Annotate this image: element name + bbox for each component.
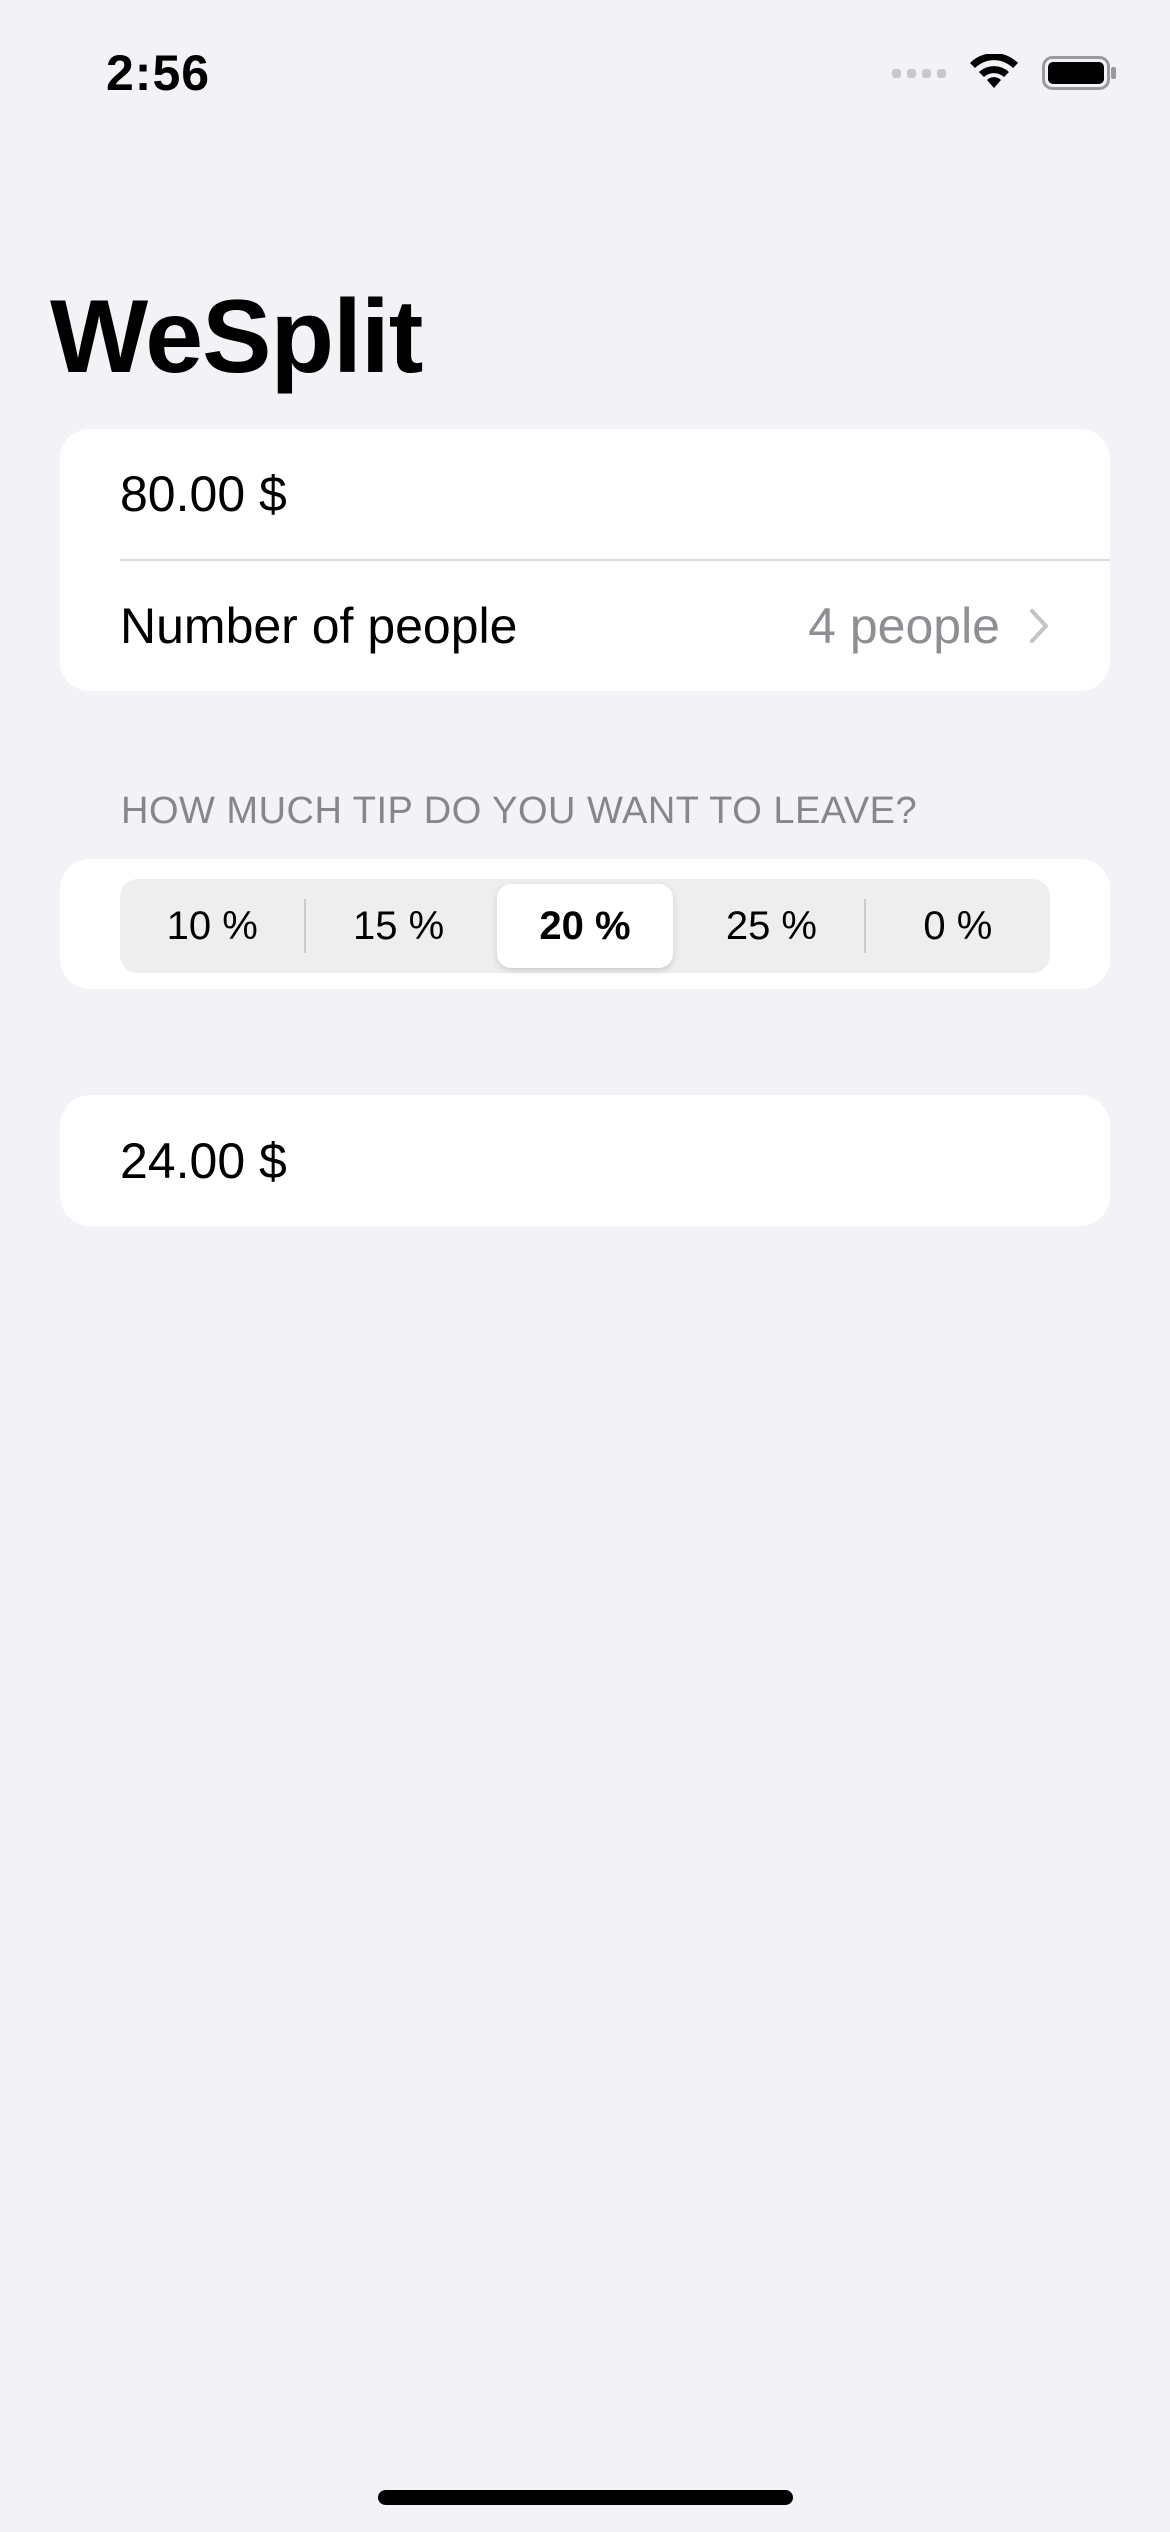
input-card: 80.00 $ Number of people 4 people: [60, 429, 1110, 691]
tip-option-0[interactable]: 0 %: [870, 884, 1046, 968]
people-value-container: 4 people: [808, 597, 1050, 655]
tip-percentage-picker: 10 % 15 % 20 % 25 % 0 %: [120, 879, 1050, 973]
tip-section-header: HOW MUCH TIP DO YOU WANT TO LEAVE?: [121, 790, 918, 832]
people-value: 4 people: [808, 597, 1000, 654]
amount-per-person: 24.00 $: [120, 1132, 287, 1189]
page-title: WeSplit: [50, 279, 423, 395]
number-of-people-picker[interactable]: Number of people 4 people: [120, 560, 1110, 691]
segment-divider: [491, 899, 493, 953]
battery-icon: [1042, 56, 1116, 90]
segment-divider: [304, 899, 307, 953]
status-time: 2:56: [106, 45, 211, 101]
wifi-icon: [970, 54, 1018, 88]
status-icons: [892, 54, 1118, 92]
check-amount-field[interactable]: 80.00 $: [120, 429, 1110, 561]
home-indicator[interactable]: [378, 2490, 793, 2505]
tip-option-25[interactable]: 25 %: [683, 884, 859, 968]
tip-option-20[interactable]: 20 %: [496, 884, 674, 968]
people-label: Number of people: [120, 597, 518, 654]
status-bar: 2:56: [0, 0, 1170, 150]
chevron-right-icon: [1030, 608, 1048, 643]
tip-card: 10 % 15 % 20 % 25 % 0 %: [60, 859, 1110, 989]
total-card: 24.00 $: [60, 1095, 1110, 1226]
tip-option-10[interactable]: 10 %: [124, 884, 300, 968]
segment-divider: [677, 899, 679, 953]
segment-divider: [863, 899, 866, 953]
tip-option-15[interactable]: 15 %: [310, 884, 486, 968]
signal-dots-icon: [892, 68, 946, 78]
